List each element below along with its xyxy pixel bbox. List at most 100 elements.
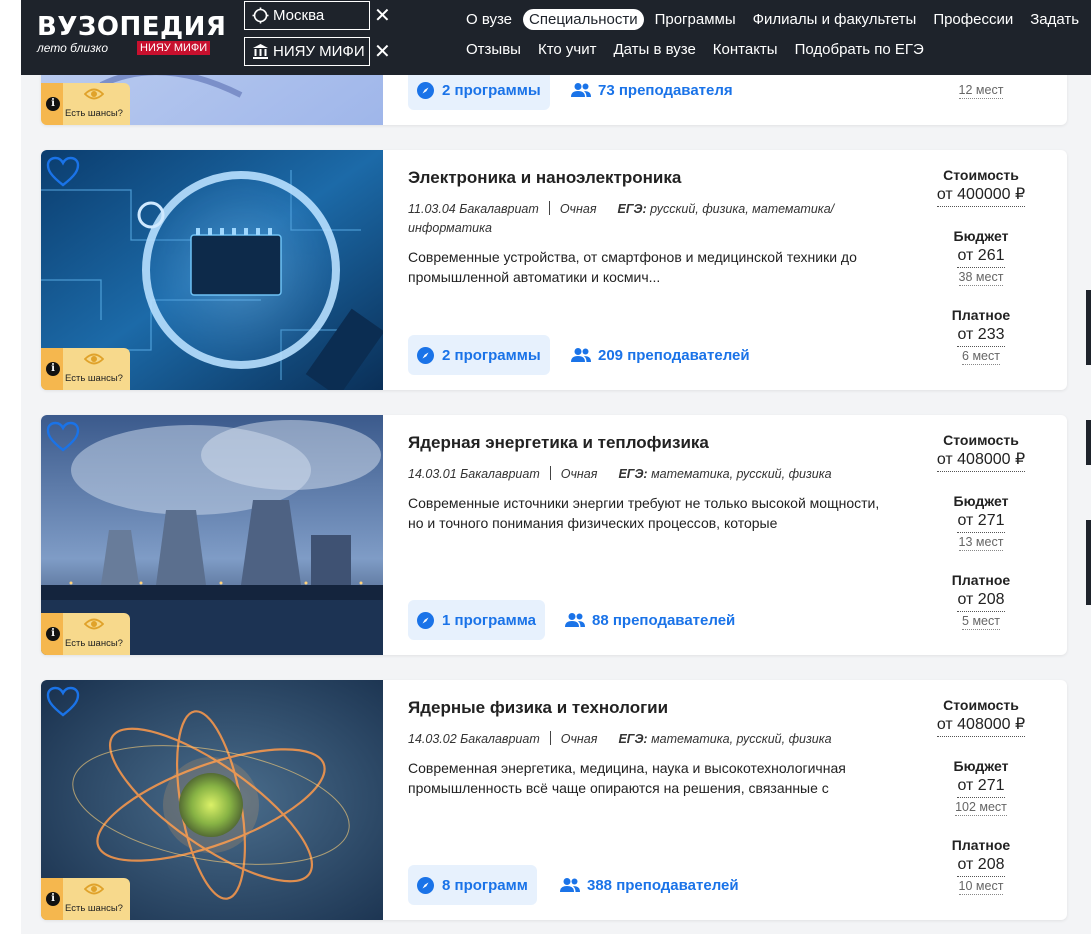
logo-subtitle: лето близко [37,41,109,55]
chance-badge[interactable]: i Есть шансы? [41,878,130,920]
logo[interactable]: ВУЗОПЕДИЯ лето близко НИЯУ МИФИ [37,12,227,55]
cost-label: Стоимость [943,697,1019,713]
specialty-title[interactable]: Электроника и наноэлектроника [408,168,681,188]
budget-label: Бюджет [953,228,1009,244]
paid-score[interactable]: от 208 [957,589,1005,612]
budget-score[interactable]: от 271 [957,510,1005,533]
specialty-card[interactable]: i Есть шансы? Ядерная энергетика и тепло… [41,415,1067,655]
info-icon: i [46,97,60,111]
nav-ege-match[interactable]: Подобрать по ЕГЭ [789,39,930,60]
favorite-heart-icon[interactable] [46,421,80,453]
city-selector[interactable]: Москва [244,1,370,30]
paid-places[interactable]: 5 мест [962,613,1000,630]
budget-score[interactable]: от 271 [957,775,1005,798]
ege-label: ЕГЭ: [618,732,648,746]
people-icon [571,83,591,97]
side-widget-edge[interactable] [1086,520,1091,605]
nav-teachers[interactable]: Кто учит [532,39,603,60]
people-icon [571,348,591,362]
study-form: Очная [559,202,597,216]
budget-places[interactable]: 102 мест [955,799,1007,816]
specialty-image: i Есть шансы? [41,150,383,390]
location-icon [251,7,269,25]
cost-label: Стоимость [943,432,1019,448]
teachers-link[interactable]: 73 преподавателя [570,70,733,110]
chance-label: Есть шансы? [65,638,123,649]
specialty-title[interactable]: Ядерные физика и технологии [408,698,668,718]
study-form: Очная [560,467,598,481]
specialty-code: 14.03.02 Бакалавриат [408,732,540,746]
clear-city-button[interactable]: ✕ [374,6,391,26]
side-widget-edge[interactable] [1086,290,1091,365]
programs-pill[interactable]: 2 программы [408,70,550,110]
specialty-card[interactable]: i Есть шансы? Электроника и наноэлектрон… [41,150,1067,390]
budget-places[interactable]: 38 мест [958,269,1004,286]
chance-label: Есть шансы? [65,903,123,914]
site-header: ВУЗОПЕДИЯ лето близко НИЯУ МИФИ Москва ✕… [21,0,1091,75]
programs-pill[interactable]: 8 программ [408,865,537,905]
nav-professions[interactable]: Профессии [927,9,1019,30]
cost-value[interactable]: от 408000 ₽ [936,714,1026,737]
info-icon: i [46,362,60,376]
specialty-image: i Есть шансы? [41,415,383,655]
budget-score[interactable]: от 261 [957,245,1005,268]
cost-value[interactable]: от 408000 ₽ [936,449,1026,472]
specialty-meta: 14.03.01 Бакалавриат Очная ЕГЭ: математика… [408,465,868,484]
logo-badge: НИЯУ МИФИ [137,41,211,55]
nav-dates[interactable]: Даты в вузе [607,39,701,60]
paid-score[interactable]: от 208 [957,854,1005,877]
price-block: 12 мест [921,81,1041,99]
teachers-link[interactable]: 88 преподавателей [564,600,735,640]
chance-badge[interactable]: i Есть шансы? [41,348,130,390]
nav-contacts[interactable]: Контакты [707,39,784,60]
paid-label: Платное [951,307,1011,323]
university-value: НИЯУ МИФИ [273,43,365,60]
teachers-link[interactable]: 209 преподавателей [570,335,750,375]
paid-places[interactable]: 12 мест [958,82,1004,99]
logo-title: ВУЗОПЕДИЯ [37,12,227,42]
info-icon: i [46,627,60,641]
programs-pill[interactable]: 1 программа [408,600,545,640]
nav-specialties[interactable]: Специальности [523,9,644,30]
left-margin [0,0,21,934]
nav-branches[interactable]: Филиалы и факультеты [747,9,923,30]
nav-about[interactable]: О вузе [460,9,518,30]
nav-reviews[interactable]: Отзывы [460,39,527,60]
specialty-meta: 11.03.04 Бакалавриат Очная ЕГЭ: русский, ф… [408,200,868,238]
favorite-heart-icon[interactable] [46,156,80,188]
specialty-description: Современные источники энергии требуют не… [408,495,880,531]
paid-places[interactable]: 6 мест [962,348,1000,365]
compass-icon [417,876,434,894]
nav-ask[interactable]: Задать [1024,9,1085,30]
eye-icon [84,883,104,895]
favorite-heart-icon[interactable] [46,686,80,718]
programs-pill[interactable]: 2 программы [408,335,550,375]
price-block: Стоимость от 408000 ₽ Бюджет от 271 102 … [921,696,1041,909]
university-selector[interactable]: НИЯУ МИФИ [244,37,370,66]
budget-label: Бюджет [953,493,1009,509]
paid-places[interactable]: 10 мест [958,878,1004,895]
specialty-code: 14.03.01 Бакалавриат [408,467,540,481]
price-block: Стоимость от 408000 ₽ Бюджет от 271 13 м… [921,431,1041,644]
specialty-card[interactable]: i Есть шансы? Ядерные физика и технологи… [41,680,1067,920]
people-icon [560,878,580,892]
chance-badge[interactable]: i Есть шансы? [41,83,130,125]
clear-university-button[interactable]: ✕ [374,42,391,62]
chance-badge[interactable]: i Есть шансы? [41,613,130,655]
people-icon [565,613,585,627]
paid-score[interactable]: от 233 [957,324,1005,347]
eye-icon [84,353,104,365]
paid-label: Платное [951,837,1011,853]
teachers-link[interactable]: 388 преподавателей [559,865,739,905]
ege-subjects: математика, русский, физика [651,732,832,746]
nav-row-2: Отзывы Кто учит Даты в вузе Контакты Под… [460,39,935,60]
cost-value[interactable]: от 400000 ₽ [936,184,1026,207]
budget-label: Бюджет [953,758,1009,774]
specialty-title[interactable]: Ядерная энергетика и теплофизика [408,433,709,453]
chance-label: Есть шансы? [65,373,123,384]
nav-programs[interactable]: Программы [649,9,742,30]
side-widget-edge[interactable] [1086,420,1091,465]
info-icon: i [46,892,60,906]
study-form: Очная [560,732,598,746]
budget-places[interactable]: 13 мест [958,534,1004,551]
